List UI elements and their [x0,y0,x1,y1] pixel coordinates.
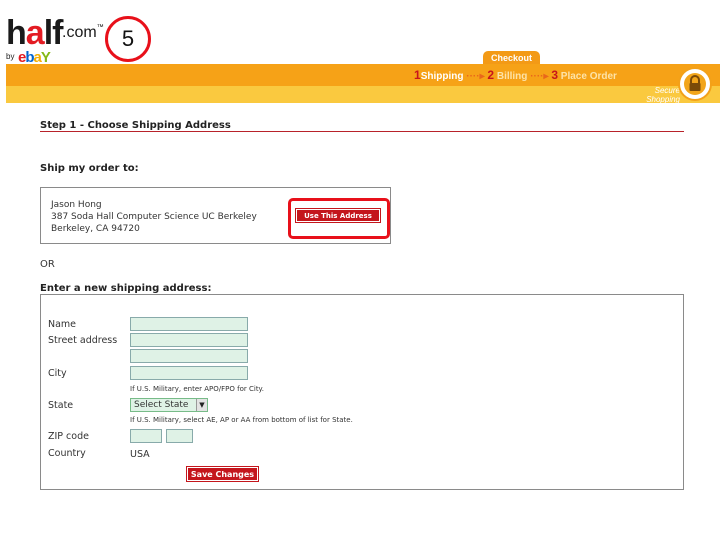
country-value: USA [130,449,150,460]
save-changes-button[interactable]: Save Changes [186,466,259,482]
state-hint: If U.S. Military, select AE, AP or AA fr… [130,416,353,424]
saved-address: Jason Hong 387 Soda Hall Computer Scienc… [51,199,257,235]
address-city: Berkeley, CA 94720 [51,224,140,234]
logo-wordmark: half [6,14,63,52]
step-arrow-icon: ····▸ [466,71,485,82]
checkout-tab: Checkout [483,51,540,65]
or-divider-text: OR [40,259,55,270]
state-select[interactable]: Select State ▼ [130,398,208,412]
secure-lock-badge [678,67,712,101]
step-place-order: Place Order [560,71,617,82]
ship-to-heading: Ship my order to: [40,163,139,174]
city-input[interactable] [130,366,248,380]
street-address-input-2[interactable] [130,349,248,363]
checkout-steps: 1Shipping ····▸ 2 Billing ····▸ 3 Place … [414,68,617,82]
page-title: Step 1 - Choose Shipping Address [40,120,231,131]
zip-label: ZIP code [48,431,89,442]
name-input[interactable] [130,317,248,331]
title-divider [40,131,684,132]
name-label: Name [48,319,77,330]
state-selected-value: Select State [134,400,189,410]
city-hint: If U.S. Military, enter APO/FPO for City… [130,385,264,393]
country-label: Country [48,448,86,459]
step-billing: Billing [496,71,528,82]
step-2-number: 2 [487,68,495,82]
zip-input[interactable] [130,429,162,443]
lock-icon [684,73,706,95]
logo-domain: .com™ [62,24,104,41]
state-label: State [48,400,74,411]
step-1-number: 1 [414,68,421,82]
dropdown-arrow-icon[interactable]: ▼ [196,399,207,411]
step-number-annotation: 5 [105,16,151,62]
step-3-number: 3 [551,68,558,82]
address-name: Jason Hong [51,200,102,210]
step-shipping: Shipping [420,71,464,82]
secure-shopping-label: Secure Shopping [646,86,680,104]
button-highlight-annotation [288,198,390,239]
city-label: City [48,368,67,379]
step-arrow-icon: ····▸ [530,71,549,82]
new-address-heading: Enter a new shipping address: [40,283,212,294]
address-street: 387 Soda Hall Computer Science UC Berkel… [51,212,257,222]
street-label: Street address [48,335,118,346]
checkout-subbar [6,86,720,103]
zip-plus4-input[interactable] [166,429,193,443]
street-address-input-1[interactable] [130,333,248,347]
logo-by: by [6,52,15,61]
half-ebay-logo[interactable]: half .com™ by ebaY [6,14,104,66]
